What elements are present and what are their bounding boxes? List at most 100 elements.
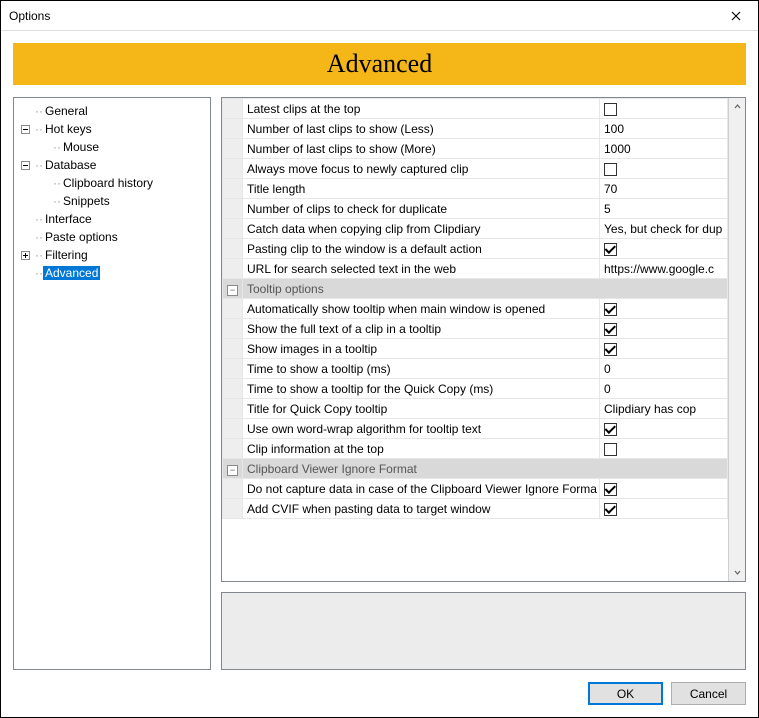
scroll-up-button[interactable] bbox=[729, 98, 745, 115]
property-value-cell[interactable]: Clipdiary has cop bbox=[600, 399, 728, 419]
tree-item-label: Mouse bbox=[61, 140, 101, 154]
property-row[interactable]: Title for Quick Copy tooltip Clipdiary h… bbox=[223, 399, 728, 419]
tree-item-label: Advanced bbox=[43, 266, 100, 280]
property-value-cell[interactable] bbox=[600, 319, 728, 339]
property-row[interactable]: Clip information at the top bbox=[223, 439, 728, 459]
property-value-cell[interactable] bbox=[600, 419, 728, 439]
scroll-track[interactable] bbox=[729, 115, 745, 564]
expand-icon[interactable] bbox=[20, 250, 31, 261]
checkbox[interactable] bbox=[604, 343, 617, 356]
property-value-cell[interactable] bbox=[600, 159, 728, 179]
property-value[interactable]: Yes, but check for dup bbox=[604, 222, 722, 236]
property-value[interactable]: 70 bbox=[604, 182, 617, 196]
vertical-scrollbar[interactable] bbox=[728, 98, 745, 581]
property-row[interactable]: Number of last clips to show (More) 1000 bbox=[223, 139, 728, 159]
property-value[interactable]: 100 bbox=[604, 122, 624, 136]
property-row[interactable]: Catch data when copying clip from Clipdi… bbox=[223, 219, 728, 239]
group-collapse-icon[interactable]: − bbox=[227, 285, 238, 296]
property-value[interactable]: 1000 bbox=[604, 142, 631, 156]
tree-spacer bbox=[38, 178, 49, 189]
property-row[interactable]: Do not capture data in case of the Clipb… bbox=[223, 479, 728, 499]
property-row[interactable]: URL for search selected text in the web h… bbox=[223, 259, 728, 279]
checkbox[interactable] bbox=[604, 103, 617, 116]
property-label: Always move focus to newly captured clip bbox=[243, 159, 600, 179]
property-value[interactable]: Clipdiary has cop bbox=[604, 402, 696, 416]
property-value-cell[interactable]: Yes, but check for dup bbox=[600, 219, 728, 239]
tree-item[interactable]: ·· Snippets bbox=[14, 192, 210, 210]
tree-item-label: Interface bbox=[43, 212, 94, 226]
property-value-cell[interactable]: 1000 bbox=[600, 139, 728, 159]
tree-spacer bbox=[20, 214, 31, 225]
window-title: Options bbox=[9, 9, 50, 23]
scroll-down-button[interactable] bbox=[729, 564, 745, 581]
property-row[interactable]: Pasting clip to the window is a default … bbox=[223, 239, 728, 259]
checkbox[interactable] bbox=[604, 243, 617, 256]
property-label: Show the full text of a clip in a toolti… bbox=[243, 319, 600, 339]
chevron-down-icon bbox=[734, 569, 741, 576]
tree-item[interactable]: ·· Interface bbox=[14, 210, 210, 228]
group-label: Clipboard Viewer Ignore Format bbox=[243, 459, 728, 479]
property-value[interactable]: 5 bbox=[604, 202, 611, 216]
checkbox[interactable] bbox=[604, 503, 617, 516]
nav-tree[interactable]: ·· General·· Hot keys·· Mouse·· Database… bbox=[13, 97, 211, 670]
ok-button[interactable]: OK bbox=[588, 682, 663, 705]
property-label: Title for Quick Copy tooltip bbox=[243, 399, 600, 419]
property-row[interactable]: Automatically show tooltip when main win… bbox=[223, 299, 728, 319]
checkbox[interactable] bbox=[604, 323, 617, 336]
checkbox[interactable] bbox=[604, 303, 617, 316]
property-value-cell[interactable]: 70 bbox=[600, 179, 728, 199]
collapse-icon[interactable] bbox=[20, 160, 31, 171]
property-label: Latest clips at the top bbox=[243, 99, 600, 119]
property-value[interactable]: 0 bbox=[604, 362, 611, 376]
property-value-cell[interactable] bbox=[600, 239, 728, 259]
tree-spacer bbox=[20, 106, 31, 117]
tree-item[interactable]: ·· Filtering bbox=[14, 246, 210, 264]
property-row[interactable]: Latest clips at the top bbox=[223, 99, 728, 119]
checkbox[interactable] bbox=[604, 443, 617, 456]
property-row[interactable]: Time to show a tooltip (ms)0 bbox=[223, 359, 728, 379]
tree-item[interactable]: ·· Advanced bbox=[14, 264, 210, 282]
property-group-header[interactable]: −Tooltip options bbox=[223, 279, 728, 299]
group-collapse-icon[interactable]: − bbox=[227, 465, 238, 476]
property-label: Number of last clips to show (More) bbox=[243, 139, 600, 159]
property-row[interactable]: Show the full text of a clip in a toolti… bbox=[223, 319, 728, 339]
tree-item[interactable]: ·· Hot keys bbox=[14, 120, 210, 138]
property-row[interactable]: Show images in a tooltip bbox=[223, 339, 728, 359]
checkbox[interactable] bbox=[604, 163, 617, 176]
tree-item[interactable]: ·· Clipboard history bbox=[14, 174, 210, 192]
property-value-cell[interactable]: 100 bbox=[600, 119, 728, 139]
close-button[interactable] bbox=[713, 1, 758, 31]
property-label: Use own word-wrap algorithm for tooltip … bbox=[243, 419, 600, 439]
property-value[interactable]: https://www.google.c bbox=[604, 262, 714, 276]
property-row[interactable]: Use own word-wrap algorithm for tooltip … bbox=[223, 419, 728, 439]
property-value[interactable]: 0 bbox=[604, 382, 611, 396]
property-group-header[interactable]: −Clipboard Viewer Ignore Format bbox=[223, 459, 728, 479]
property-value-cell[interactable] bbox=[600, 339, 728, 359]
property-row[interactable]: Always move focus to newly captured clip bbox=[223, 159, 728, 179]
tree-item[interactable]: ·· Mouse bbox=[14, 138, 210, 156]
property-row[interactable]: Time to show a tooltip for the Quick Cop… bbox=[223, 379, 728, 399]
property-label: URL for search selected text in the web bbox=[243, 259, 600, 279]
cancel-button[interactable]: Cancel bbox=[671, 682, 746, 705]
property-value-cell[interactable] bbox=[600, 439, 728, 459]
property-value-cell[interactable]: 0 bbox=[600, 359, 728, 379]
property-value-cell[interactable]: https://www.google.c bbox=[600, 259, 728, 279]
description-panel bbox=[221, 592, 746, 670]
property-row[interactable]: Number of clips to check for duplicate5 bbox=[223, 199, 728, 219]
property-value-cell[interactable] bbox=[600, 99, 728, 119]
checkbox[interactable] bbox=[604, 483, 617, 496]
property-value-cell[interactable] bbox=[600, 499, 728, 519]
property-grid[interactable]: Latest clips at the topNumber of last cl… bbox=[222, 98, 728, 581]
checkbox[interactable] bbox=[604, 423, 617, 436]
collapse-icon[interactable] bbox=[20, 124, 31, 135]
property-row[interactable]: Title length70 bbox=[223, 179, 728, 199]
property-value-cell[interactable] bbox=[600, 299, 728, 319]
property-value-cell[interactable]: 0 bbox=[600, 379, 728, 399]
tree-item[interactable]: ·· General bbox=[14, 102, 210, 120]
property-row[interactable]: Add CVIF when pasting data to target win… bbox=[223, 499, 728, 519]
property-row[interactable]: Number of last clips to show (Less)100 bbox=[223, 119, 728, 139]
tree-item[interactable]: ·· Paste options bbox=[14, 228, 210, 246]
tree-item[interactable]: ·· Database bbox=[14, 156, 210, 174]
property-value-cell[interactable] bbox=[600, 479, 728, 499]
property-value-cell[interactable]: 5 bbox=[600, 199, 728, 219]
